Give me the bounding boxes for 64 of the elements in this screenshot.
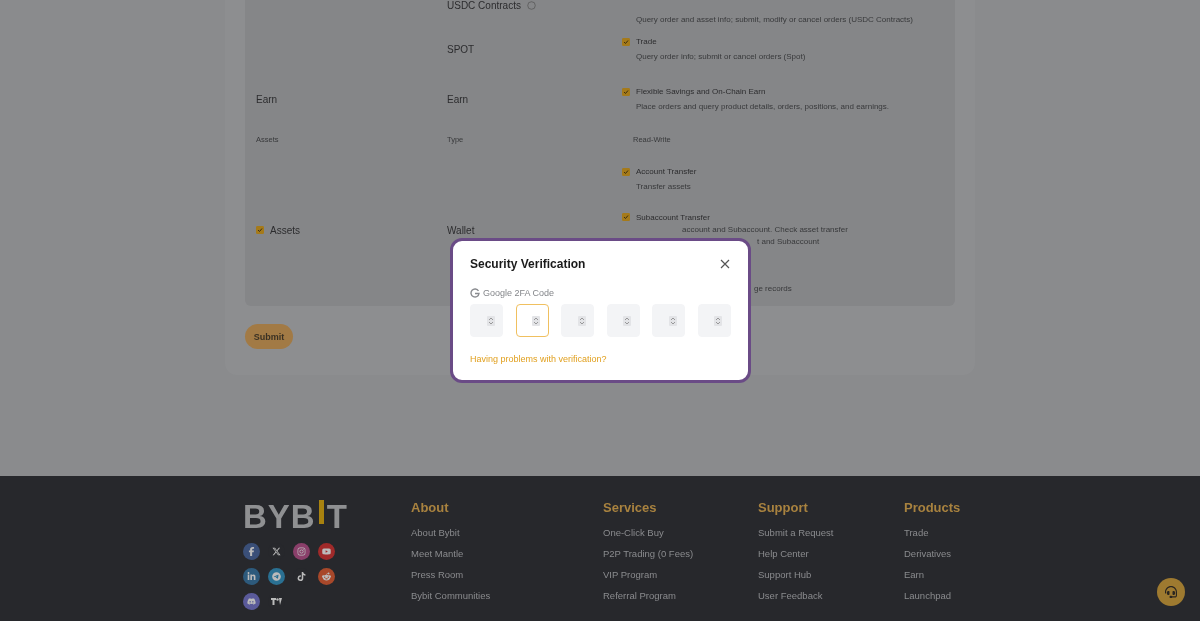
help-link[interactable]: Having problems with verification? <box>470 354 731 364</box>
footer-link[interactable]: Referral Program <box>603 590 758 601</box>
type-name: USDC Contracts <box>447 0 521 11</box>
linkedin-icon[interactable] <box>243 568 260 585</box>
footer-link[interactable]: Support Hub <box>758 569 904 580</box>
footer-link[interactable]: Submit a Request <box>758 527 904 538</box>
logo: BYB T <box>243 500 348 533</box>
code-digit-field[interactable] <box>515 304 549 337</box>
footer-link[interactable]: Press Room <box>411 569 603 580</box>
asset-name: Earn <box>256 93 278 105</box>
footer-link[interactable]: Meet Mantle <box>411 548 603 559</box>
permission-description: Query order info; submit or cancel orders (Spot) <box>635 52 807 61</box>
checkbox[interactable] <box>622 87 630 96</box>
instagram-icon[interactable] <box>293 543 310 560</box>
telegram-icon[interactable] <box>268 568 285 585</box>
footer-link[interactable]: Help Center <box>758 548 904 559</box>
footer-link[interactable]: Derivatives <box>904 548 1024 559</box>
support-chat-button[interactable] <box>1157 578 1185 606</box>
spinner-icon <box>623 315 632 326</box>
permission-description: account and Subaccount. Check asset transfer <box>681 224 849 234</box>
reddit-icon[interactable] <box>318 568 335 585</box>
discord-icon[interactable] <box>243 593 260 610</box>
spinner-icon <box>486 315 495 326</box>
footer-link[interactable]: Launchpad <box>904 590 1024 601</box>
footer-link[interactable]: One-Click Buy <box>603 527 758 538</box>
permission-label: Account Transfer <box>636 167 697 176</box>
type-name: SPOT <box>447 43 475 55</box>
spinner-icon <box>532 315 541 326</box>
youtube-icon[interactable] <box>318 543 335 560</box>
facebook-icon[interactable] <box>243 543 260 560</box>
close-button[interactable] <box>719 258 731 270</box>
checkbox[interactable] <box>622 167 630 176</box>
footer-link[interactable]: Bybit Communities <box>411 590 603 601</box>
permission-description: Place orders and query product details, orders, positions, and earnings. <box>635 102 891 111</box>
dialog-title: Security Verification <box>470 257 586 271</box>
footer-heading: Products <box>904 500 962 515</box>
footer-heading: Services <box>603 500 658 515</box>
type-name: Earn <box>447 93 469 105</box>
type-name: Wallet <box>447 224 475 236</box>
footer-link[interactable]: VIP Program <box>603 569 758 580</box>
spinner-icon <box>714 315 723 326</box>
google-icon <box>470 288 480 298</box>
checkbox[interactable] <box>256 226 264 234</box>
field-label: Google 2FA Code <box>483 288 555 298</box>
asset-name: Assets <box>270 224 300 236</box>
footer-link[interactable]: User Feedback <box>758 590 904 601</box>
footer-link[interactable]: About Bybit <box>411 527 603 538</box>
permission-label: Trade <box>636 37 657 46</box>
submit-button[interactable]: Submit <box>245 324 293 349</box>
permission-label: Subaccount Transfer <box>636 212 710 222</box>
checkbox[interactable] <box>622 213 630 221</box>
footer-link[interactable]: Earn <box>904 569 1024 580</box>
spinner-icon <box>577 315 586 326</box>
headset-icon <box>1165 586 1177 598</box>
spinner-icon <box>668 315 677 326</box>
permission-description: Transfer assets <box>635 182 692 191</box>
checkbox[interactable] <box>622 37 630 46</box>
footer-link[interactable]: Trade <box>904 527 1024 538</box>
footer-heading: About <box>411 500 450 515</box>
footer-heading: Support <box>758 500 809 515</box>
footer-link[interactable]: P2P Trading (0 Fees) <box>603 548 758 559</box>
permission-description: ge records <box>753 283 793 293</box>
permission-label: Flexible Savings and On-Chain Earn <box>636 87 766 96</box>
permission-description: Query order and asset info; submit, modify or cancel orders (USDC Contracts) <box>635 15 914 24</box>
